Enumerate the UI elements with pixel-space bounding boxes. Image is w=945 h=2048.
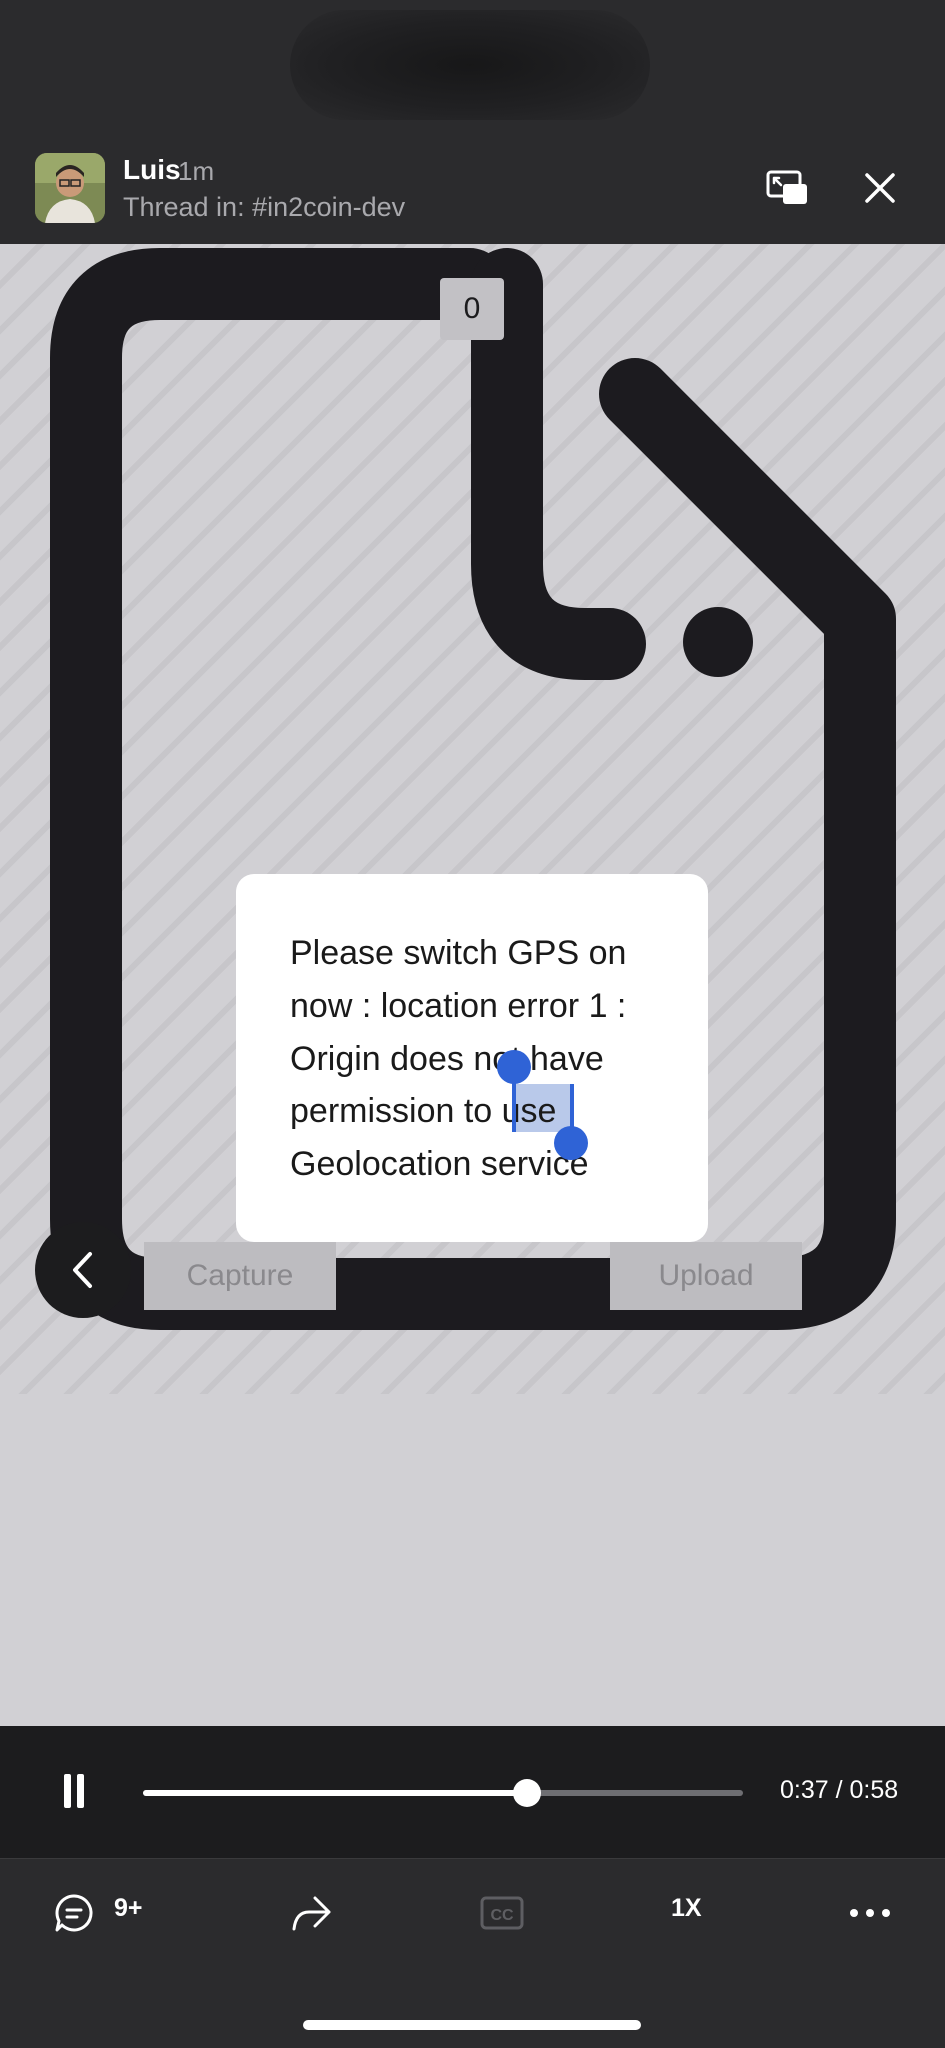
replies-count[interactable]: 9+: [114, 1894, 143, 1923]
cc-icon[interactable]: CC: [480, 1887, 524, 1939]
dialog-line: Origin does not have: [290, 1040, 604, 1078]
more-icon[interactable]: [848, 1887, 892, 1939]
progress-thumb[interactable]: [513, 1779, 541, 1807]
video-background-lower: [0, 1394, 945, 1726]
home-indicator: [303, 2020, 641, 2030]
selection-start-handle: [497, 1050, 531, 1084]
bottom-toolbar: 9+ CC 1X: [0, 1859, 945, 2048]
user-name[interactable]: Luis: [123, 154, 181, 186]
player-controls: 0:37 / 0:58: [0, 1726, 945, 1858]
close-icon[interactable]: [858, 166, 902, 210]
cc-label: CC: [490, 1907, 514, 1924]
avatar[interactable]: [35, 153, 105, 223]
dialog-line: now : location error 1 :: [290, 987, 627, 1025]
chevron-left-icon: [73, 1252, 92, 1288]
pause-icon[interactable]: [62, 1774, 86, 1808]
selection-end-handle: [554, 1126, 588, 1160]
viewer-header: Luis 1m Thread in: #in2coin-dev: [0, 140, 945, 244]
progress-fill: [143, 1790, 527, 1796]
alert-dialog: Please switch GPS on now : location erro…: [236, 874, 708, 1242]
video-frame[interactable]: 0 Please switch GPS on now : location er…: [0, 244, 945, 1726]
dialog-line: Geolocation service: [290, 1145, 589, 1183]
status-blur: [290, 10, 650, 120]
dialog-line: Please switch GPS on: [290, 934, 627, 972]
thread-label[interactable]: Thread in: #in2coin-dev: [123, 192, 405, 223]
timestamp: 1m: [178, 156, 215, 186]
pip-icon[interactable]: [765, 168, 809, 208]
playback-time: 0:37 / 0:58: [780, 1776, 899, 1804]
capture-button: Capture: [144, 1242, 336, 1310]
share-icon[interactable]: [289, 1887, 333, 1939]
previous-button[interactable]: [35, 1222, 131, 1318]
status-bar-area: [0, 0, 945, 140]
counter-badge: 0: [440, 278, 504, 340]
progress-track[interactable]: [143, 1779, 743, 1807]
dialog-line: permission to use: [290, 1092, 557, 1130]
upload-button: Upload: [610, 1242, 802, 1310]
reply-icon[interactable]: [52, 1887, 96, 1939]
playback-speed-button[interactable]: 1X: [671, 1894, 702, 1923]
